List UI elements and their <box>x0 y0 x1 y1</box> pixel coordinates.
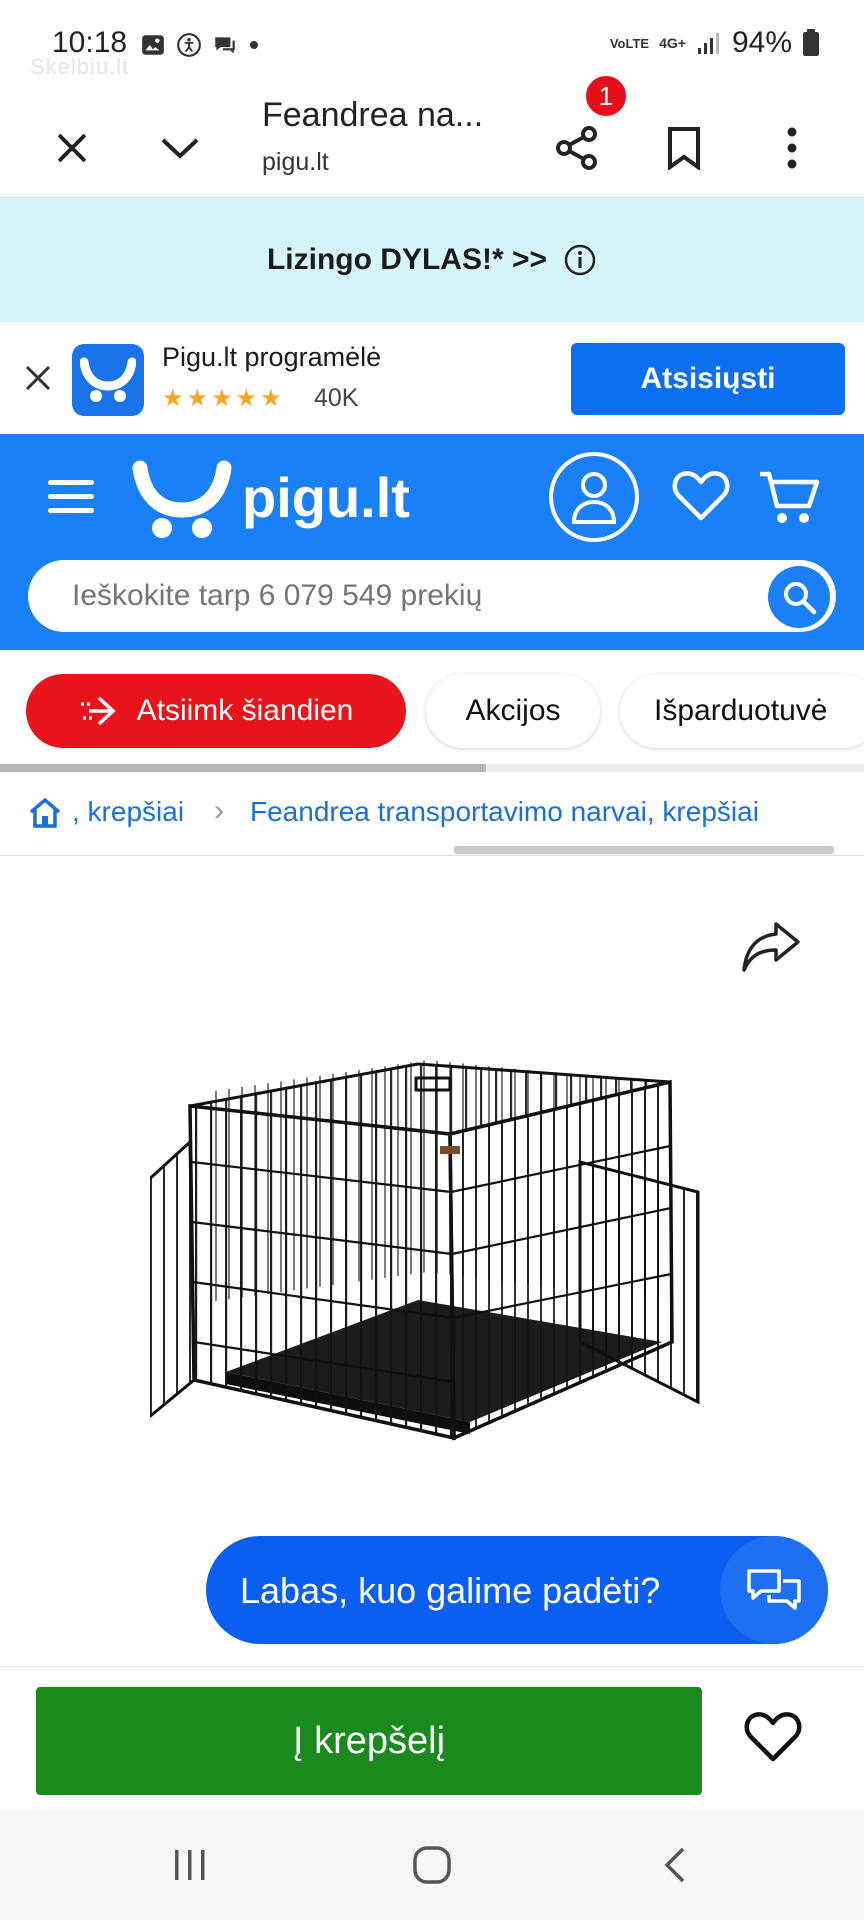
site-header: pigu.lt <box>0 434 864 650</box>
chat-prompt-text: Labas, kuo galime padėti? <box>240 1570 661 1611</box>
chat-widget[interactable]: Labas, kuo galime padėti? <box>206 1536 828 1644</box>
chat-button[interactable] <box>720 1536 828 1644</box>
promo-text: Lizingo DYLAS!* >> <box>266 243 548 276</box>
site-logo-text: pigu.lt <box>242 465 410 529</box>
app-name: Pigu.lt programėlė <box>162 342 382 372</box>
product-image[interactable] <box>150 1042 710 1462</box>
heart-icon <box>672 471 730 521</box>
chat-bubbles-icon <box>747 1569 801 1610</box>
back-chevron-icon <box>664 1847 685 1883</box>
hamburger-line <box>48 480 94 485</box>
app-install-banner: Pigu.lt programėlė ★★★★★ 40K Atsisiųsti <box>0 322 864 434</box>
download-app-button[interactable]: Atsisiųsti <box>571 343 845 415</box>
search-input[interactable] <box>72 560 712 632</box>
hamburger-line <box>48 494 94 499</box>
network-label: 4G+ <box>659 35 686 51</box>
quick-nav-scrollbar[interactable] <box>0 764 486 772</box>
account-button[interactable] <box>549 452 639 542</box>
signal-icon <box>697 33 719 54</box>
minimize-button[interactable] <box>148 116 212 180</box>
quick-nav: Atsiimk šiandien Akcijos Išparduotuvė <box>0 650 864 774</box>
info-icon[interactable] <box>563 243 597 277</box>
more-vertical-icon <box>787 127 797 169</box>
share-arrow-icon <box>742 922 800 972</box>
pigu-logo-icon <box>132 460 232 538</box>
breadcrumb: , krepšiai › Feandrea transportavimo nar… <box>0 774 864 856</box>
search-button[interactable] <box>768 566 830 628</box>
more-menu-button[interactable] <box>760 116 824 180</box>
chat-unread-badge: 1 <box>584 74 628 118</box>
share-icon <box>556 126 597 170</box>
search-bar <box>28 560 836 632</box>
close-icon <box>57 133 87 163</box>
menu-button[interactable] <box>48 480 94 520</box>
quick-nav-label: Išparduotuvė <box>654 694 828 727</box>
gallery-icon <box>142 35 164 55</box>
breadcrumb-item[interactable]: Feandrea transportavimo narvai, krepšiai <box>250 796 759 828</box>
watermark: Skelbiu.lt <box>30 54 130 79</box>
breadcrumb-scrollbar[interactable] <box>454 846 834 854</box>
browser-toolbar: Feandrea na... pigu.lt <box>0 96 864 198</box>
add-to-wishlist-button[interactable] <box>744 1711 804 1771</box>
back-nav-button[interactable] <box>644 1840 704 1890</box>
site-logo[interactable]: pigu.lt <box>132 454 410 540</box>
volte-label: VoLTE <box>609 35 650 51</box>
pigu-logo-icon <box>80 357 136 402</box>
quick-nav-outlet[interactable]: Išparduotuvė <box>620 674 864 748</box>
app-rating-count: 40K <box>314 384 359 412</box>
home-icon[interactable] <box>28 796 62 830</box>
status-right: VoLTE 4G+ 94% <box>610 26 820 60</box>
close-icon <box>25 365 51 391</box>
battery-percent: 94% <box>731 26 792 59</box>
system-navigation-bar <box>0 1810 864 1920</box>
quick-nav-deals[interactable]: Akcijos <box>426 674 600 748</box>
wishlist-button[interactable] <box>672 470 732 530</box>
status-bar: 10:18 Skelbiu.lt VoLTE 4G+ 94% <box>0 0 864 96</box>
dot-icon <box>250 41 258 49</box>
recent-apps-icon <box>175 1850 205 1880</box>
bookmark-icon <box>668 127 700 170</box>
page-url: pigu.lt <box>262 148 329 176</box>
recent-apps-button[interactable] <box>160 1840 220 1890</box>
page-title: Feandrea na... <box>262 96 484 134</box>
cart-icon <box>760 471 820 523</box>
app-banner-close-button[interactable] <box>14 346 62 410</box>
chevron-right-icon: › <box>214 794 224 827</box>
search-icon <box>784 582 817 615</box>
cart-button[interactable] <box>758 468 820 530</box>
hamburger-line <box>48 508 94 513</box>
app-logo <box>72 344 144 416</box>
user-icon <box>571 472 617 524</box>
app-rating-stars: ★★★★★ <box>162 385 285 412</box>
heart-icon <box>744 1712 802 1762</box>
quick-nav-label: Atsiimk šiandien <box>136 694 354 727</box>
product-share-button[interactable] <box>740 918 810 988</box>
battery-icon <box>803 29 819 56</box>
add-to-cart-button[interactable]: Į krepšelį <box>36 1687 702 1795</box>
chevron-down-icon <box>161 138 199 159</box>
home-nav-button[interactable] <box>402 1840 462 1890</box>
fast-arrow-icon <box>80 696 116 726</box>
share-button[interactable] <box>545 116 609 180</box>
home-circle-icon <box>413 1846 451 1884</box>
bookmark-button[interactable] <box>652 116 716 180</box>
accessibility-icon <box>177 33 201 57</box>
close-tab-button[interactable] <box>40 116 104 180</box>
breadcrumb-item[interactable]: , krepšiai <box>72 796 184 828</box>
quick-nav-pickup-today[interactable]: Atsiimk šiandien <box>26 674 406 748</box>
chat-notification-icon <box>215 37 235 54</box>
product-action-bar: Į krepšelį <box>0 1666 864 1810</box>
quick-nav-label: Akcijos <box>465 694 561 727</box>
promo-banner[interactable]: Lizingo DYLAS!* >> <box>0 198 864 322</box>
status-notification-icons <box>140 32 260 58</box>
